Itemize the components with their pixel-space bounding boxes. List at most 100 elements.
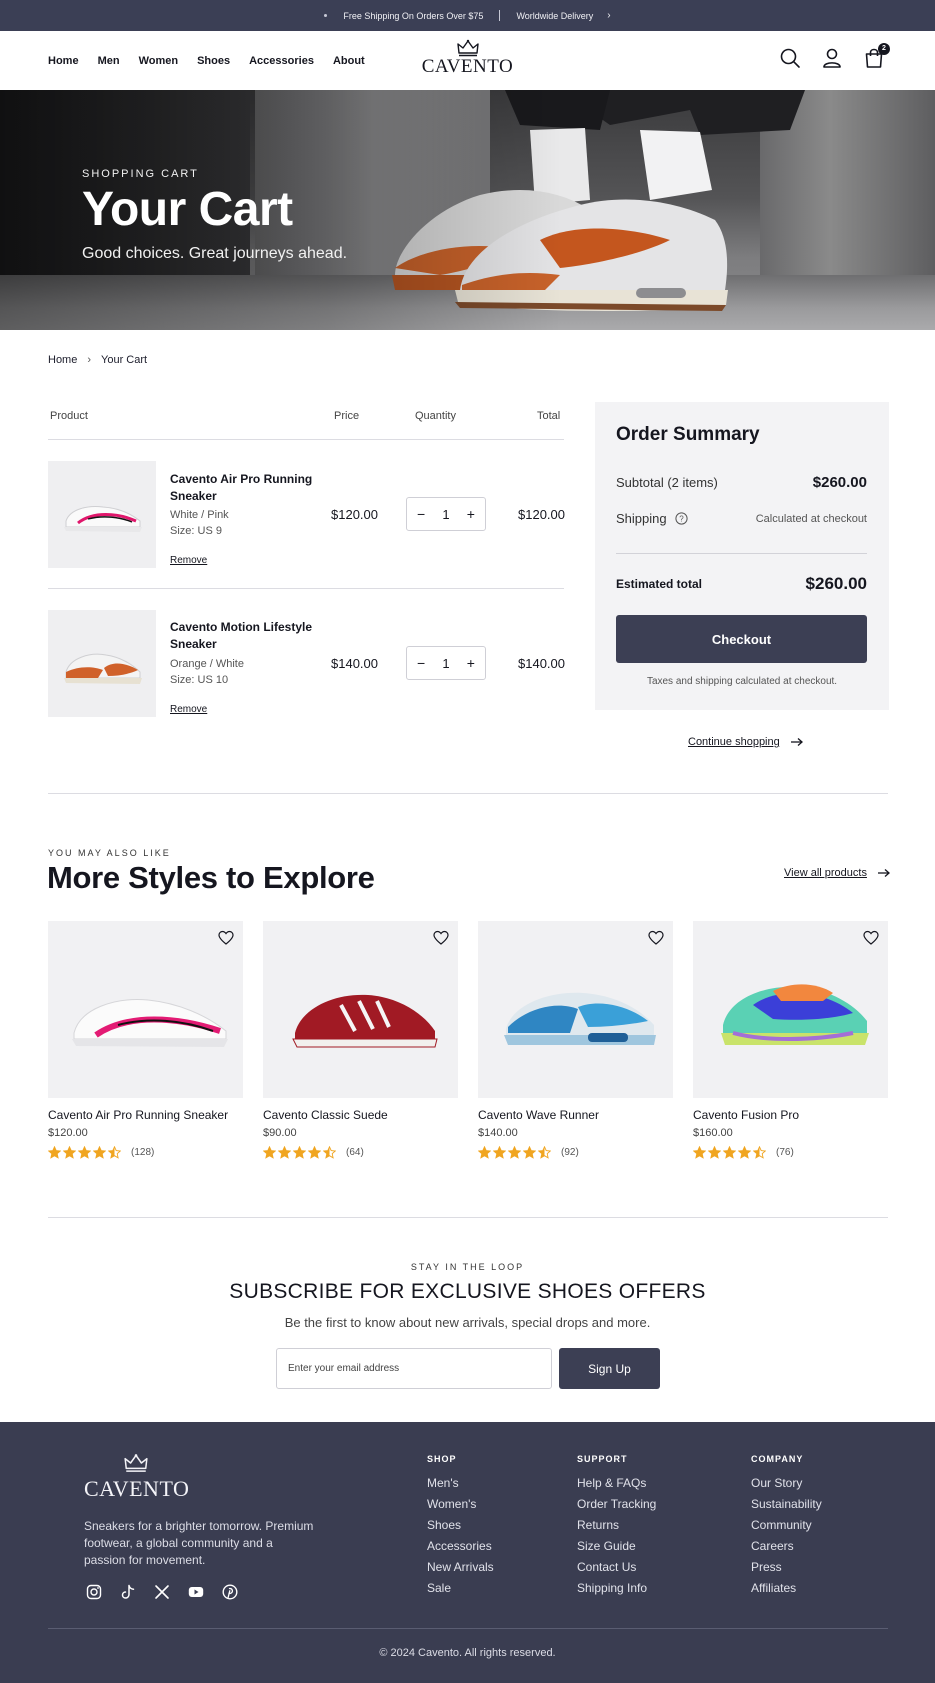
remove-item-button[interactable]: Remove	[170, 704, 207, 715]
quantity-value[interactable]: 1	[442, 507, 449, 522]
checkout-button[interactable]: Checkout	[616, 615, 867, 663]
footer-link[interactable]: Press	[751, 1561, 822, 1574]
worldwide-delivery-link[interactable]: Worldwide Delivery	[516, 11, 593, 21]
nav-shoes[interactable]: Shoes	[197, 55, 230, 67]
brand-logo[interactable]: CAVENTO	[420, 39, 515, 83]
breadcrumb: Home › Your Cart	[48, 354, 147, 366]
heart-icon[interactable]	[648, 930, 664, 946]
section-divider	[48, 793, 888, 794]
nav-about[interactable]: About	[333, 55, 365, 67]
footer-link[interactable]: Community	[751, 1519, 822, 1532]
announcement-bar: Free Shipping On Orders Over $75 Worldwi…	[0, 0, 935, 31]
heart-icon[interactable]	[218, 930, 234, 946]
quantity-value[interactable]: 1	[442, 656, 449, 671]
star-full-icon	[723, 1146, 736, 1159]
increase-qty-button[interactable]: +	[467, 507, 475, 521]
increase-qty-button[interactable]: +	[467, 656, 475, 670]
continue-shopping-label: Continue shopping	[688, 736, 780, 748]
star-full-icon	[78, 1146, 91, 1159]
product-image[interactable]	[48, 921, 243, 1098]
footer-link[interactable]: Affiliates	[751, 1582, 822, 1595]
chevron-right-icon[interactable]: ›	[607, 10, 610, 21]
cart-item-color: Orange / White	[170, 658, 244, 670]
product-name[interactable]: Cavento Air Pro Running Sneaker	[48, 1108, 243, 1122]
product-card[interactable]: Cavento Wave Runner $140.00 (92)	[478, 921, 673, 1159]
product-image[interactable]	[478, 921, 673, 1098]
red-suede-sneaker-image	[292, 994, 438, 1048]
footer-link[interactable]: Sale	[427, 1582, 494, 1595]
product-name[interactable]: Cavento Wave Runner	[478, 1108, 673, 1122]
footer-link[interactable]: Sustainability	[751, 1498, 822, 1511]
sign-up-button[interactable]: Sign Up	[559, 1348, 660, 1389]
breadcrumb-home[interactable]: Home	[48, 354, 77, 366]
youtube-icon[interactable]	[188, 1584, 204, 1600]
continue-shopping-link[interactable]: Continue shopping	[688, 736, 804, 748]
footer-logo[interactable]: CAVENTO	[84, 1452, 189, 1502]
product-name[interactable]: Cavento Classic Suede	[263, 1108, 458, 1122]
product-image[interactable]	[263, 921, 458, 1098]
product-name[interactable]: Cavento Fusion Pro	[693, 1108, 888, 1122]
decrease-qty-button[interactable]: −	[417, 656, 425, 670]
footer-link[interactable]: Men's	[427, 1477, 494, 1490]
arrow-right-icon	[877, 869, 890, 877]
footer-link[interactable]: Accessories	[427, 1540, 494, 1553]
footer-tagline: Sneakers for a brighter tomorrow. Premiu…	[84, 1519, 314, 1567]
nav-home[interactable]: Home	[48, 55, 79, 67]
footer-column-shop: SHOP Men's Women's Shoes Accessories New…	[427, 1454, 494, 1603]
product-card[interactable]: Cavento Air Pro Running Sneaker $120.00 …	[48, 921, 243, 1159]
help-icon[interactable]: ?	[675, 512, 688, 525]
product-card[interactable]: Cavento Fusion Pro $160.00 (76)	[693, 921, 888, 1159]
related-title: More Styles to Explore	[47, 860, 375, 895]
star-full-icon	[693, 1146, 706, 1159]
product-card[interactable]: Cavento Classic Suede $90.00 (64)	[263, 921, 458, 1159]
site-footer: CAVENTO Sneakers for a brighter tomorrow…	[0, 1422, 935, 1683]
product-thumbnail[interactable]	[48, 461, 156, 568]
remove-item-button[interactable]: Remove	[170, 555, 207, 566]
footer-link[interactable]: Careers	[751, 1540, 822, 1553]
heart-icon[interactable]	[863, 930, 879, 946]
footer-heading: COMPANY	[751, 1454, 804, 1464]
section-divider	[48, 1217, 888, 1218]
x-icon[interactable]	[154, 1584, 170, 1600]
hero-subtitle: Good choices. Great journeys ahead.	[82, 245, 348, 262]
instagram-icon[interactable]	[86, 1584, 102, 1600]
product-thumbnail[interactable]	[48, 610, 156, 717]
search-icon[interactable]	[779, 47, 801, 69]
cart-item-total: $120.00	[518, 507, 565, 522]
pinterest-icon[interactable]	[222, 1584, 238, 1600]
cart-button[interactable]: 2	[863, 43, 890, 69]
star-full-icon	[738, 1146, 751, 1159]
nav-men[interactable]: Men	[98, 55, 120, 67]
star-half-icon	[538, 1146, 551, 1159]
footer-link[interactable]: Women's	[427, 1498, 494, 1511]
footer-link[interactable]: Shipping Info	[577, 1582, 656, 1595]
tiktok-icon[interactable]	[120, 1584, 136, 1600]
footer-link[interactable]: Size Guide	[577, 1540, 656, 1553]
nav-accessories[interactable]: Accessories	[249, 55, 314, 67]
footer-link[interactable]: Shoes	[427, 1519, 494, 1532]
footer-link[interactable]: Returns	[577, 1519, 656, 1532]
review-count: (128)	[131, 1147, 155, 1158]
review-count: (92)	[561, 1147, 579, 1158]
newsletter-title: SUBSCRIBE FOR EXCLUSIVE SHOES OFFERS	[229, 1280, 706, 1303]
cart-item-color: White / Pink	[170, 509, 229, 521]
footer-link[interactable]: Order Tracking	[577, 1498, 656, 1511]
cart-item-name[interactable]: Cavento Air Pro Running Sneaker	[170, 471, 320, 505]
decrease-qty-button[interactable]: −	[417, 507, 425, 521]
cart-item-name[interactable]: Cavento Motion Lifestyle Sneaker	[170, 619, 320, 653]
email-field[interactable]	[276, 1348, 552, 1389]
product-price: $90.00	[263, 1127, 297, 1139]
footer-link[interactable]: Contact Us	[577, 1561, 656, 1574]
col-header-price: Price	[334, 410, 360, 422]
estimated-total-label: Estimated total	[616, 577, 703, 591]
user-icon[interactable]	[821, 47, 843, 69]
view-all-products-link[interactable]: View all products	[784, 867, 891, 879]
footer-link[interactable]: New Arrivals	[427, 1561, 494, 1574]
product-image[interactable]	[693, 921, 888, 1098]
product-rating: (92)	[478, 1146, 673, 1159]
footer-link[interactable]: Our Story	[751, 1477, 822, 1490]
footer-link[interactable]: Help & FAQs	[577, 1477, 656, 1490]
heart-icon[interactable]	[433, 930, 449, 946]
nav-women[interactable]: Women	[139, 55, 179, 67]
white-pink-runner-image	[72, 999, 228, 1047]
